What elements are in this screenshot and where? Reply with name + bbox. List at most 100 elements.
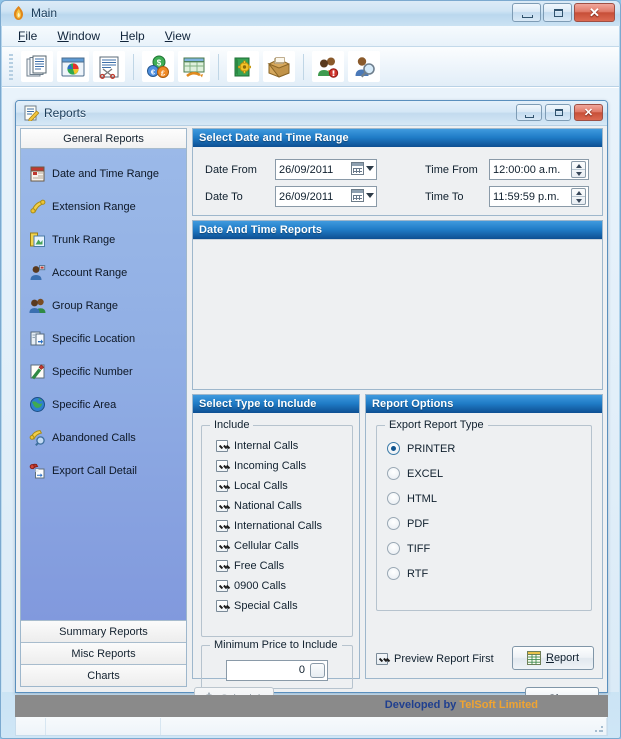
time-to-stepper[interactable]	[571, 188, 586, 205]
radio-button	[387, 567, 400, 580]
time-to-label: Time To	[425, 190, 464, 203]
minimum-price-groupbox: Minimum Price to Include 0	[201, 639, 353, 689]
sidebar-item-date-and-time-range[interactable]: Date and Time Range	[21, 157, 186, 190]
stepper-down-icon[interactable]	[572, 196, 585, 204]
user-search-button[interactable]	[348, 51, 380, 82]
maximize-button[interactable]	[543, 3, 572, 22]
radio-label: RTF	[407, 567, 429, 580]
select-type-to-include-panel: Select Type to Include Include Internal …	[192, 394, 360, 689]
checkbox-cellular-calls[interactable]: Cellular Calls	[216, 536, 322, 556]
time-to-value: 11:59:59 p.m.	[493, 190, 560, 203]
status-panels-strip	[15, 717, 608, 736]
card-file-box-button[interactable]	[263, 51, 295, 82]
time-from-stepper[interactable]	[571, 161, 586, 178]
flame-icon	[14, 6, 23, 20]
checkbox-box	[216, 560, 228, 572]
date-to-input[interactable]: 26/09/2011	[275, 186, 377, 207]
sidebar-item-trunk-range[interactable]: Trunk Range	[21, 223, 186, 256]
report-scissors-button[interactable]	[93, 51, 125, 82]
close-icon: ✕	[583, 107, 594, 119]
color-chart-window-button[interactable]	[57, 51, 89, 82]
date-and-time-reports-list[interactable]	[193, 239, 602, 389]
radio-button	[387, 467, 400, 480]
sidebar-item-extension-range[interactable]: Extension Range	[21, 190, 186, 223]
checkbox-box	[216, 520, 228, 532]
time-to-row: Time To 11:59:59 p.m.	[425, 186, 589, 207]
reports-maximize-button[interactable]	[545, 104, 571, 121]
date-from-dropdown-button[interactable]	[351, 162, 374, 175]
menu-window[interactable]: Window	[49, 27, 108, 45]
sidebar-item-specific-area[interactable]: Specific Area	[21, 388, 186, 421]
svg-text:$: $	[157, 58, 162, 67]
reports-titlebar[interactable]: Reports ✕	[16, 101, 607, 126]
radio-pdf[interactable]: PDF	[387, 511, 455, 536]
reports-minimize-button[interactable]	[516, 104, 542, 121]
checkbox-internal-calls[interactable]: Internal Calls	[216, 436, 322, 456]
report-pencil-icon	[24, 105, 39, 121]
checkbox-box	[216, 500, 228, 512]
sidebar-item-misc-reports[interactable]: Misc Reports	[21, 642, 186, 664]
developer-credit: Developed by TelSoft Limited	[385, 699, 538, 711]
sidebar-item-summary-reports[interactable]: Summary Reports	[21, 620, 186, 642]
date-from-input[interactable]: 26/09/2011	[275, 159, 377, 180]
radio-printer[interactable]: PRINTER	[387, 436, 455, 461]
color-chart-window-icon	[61, 57, 85, 76]
minimum-price-stepper[interactable]	[310, 663, 325, 678]
resize-grip[interactable]	[594, 723, 604, 733]
checkbox-box	[216, 440, 228, 452]
checkbox-incoming-calls[interactable]: Incoming Calls	[216, 456, 322, 476]
credit-prefix: Developed by	[384, 699, 457, 711]
checkbox-preview-report-first[interactable]: Preview Report First	[376, 653, 494, 665]
checkbox-local-calls[interactable]: Local Calls	[216, 476, 322, 496]
toolbar-grip[interactable]	[9, 53, 13, 80]
menu-help[interactable]: Help	[112, 27, 153, 45]
time-from-input[interactable]: 12:00:00 a.m.	[489, 159, 589, 180]
date-to-dropdown-button[interactable]	[351, 189, 374, 202]
stepper-up-icon[interactable]	[572, 162, 585, 169]
stepper-up-icon[interactable]	[572, 189, 585, 196]
checkbox-special-calls[interactable]: Special Calls	[216, 596, 322, 616]
menu-file[interactable]: File	[10, 27, 45, 45]
sidebar-item-group-range[interactable]: Group Range	[21, 289, 186, 322]
select-date-time-range-panel: Select Date and Time Range Date From 26/…	[192, 128, 603, 216]
minimum-price-input[interactable]: 0	[226, 660, 328, 681]
checkbox-label: Incoming Calls	[234, 460, 307, 472]
checkbox-international-calls[interactable]: International Calls	[216, 516, 322, 536]
sidebar-item-charts[interactable]: Charts	[21, 664, 186, 686]
sidebar-item-abandoned-calls[interactable]: Abandoned Calls	[21, 421, 186, 454]
time-to-input[interactable]: 11:59:59 p.m.	[489, 186, 589, 207]
radio-label: PDF	[407, 517, 429, 530]
checkbox-label: Free Calls	[234, 560, 285, 572]
sidebar-item-export-call-detail[interactable]: Export Call Detail	[21, 454, 186, 487]
close-icon: ✕	[589, 5, 600, 20]
minimize-icon	[522, 15, 533, 18]
sidebar-item-account-range[interactable]: Account Range	[21, 256, 186, 289]
sidebar-item-specific-number[interactable]: Specific Number	[21, 355, 186, 388]
close-button[interactable]: ✕	[574, 3, 615, 22]
main-window-titlebar[interactable]: Main ✕	[1, 1, 620, 26]
menu-view[interactable]: View	[157, 27, 199, 45]
stepper-down-icon[interactable]	[572, 169, 585, 177]
radio-tiff[interactable]: TIFF	[387, 536, 455, 561]
checkbox-0900-calls[interactable]: 0900 Calls	[216, 576, 322, 596]
sidebar-item-label: Specific Location	[52, 332, 136, 345]
minimize-button[interactable]	[512, 3, 541, 22]
reports-pages-button[interactable]	[21, 51, 53, 82]
sidebar-item-specific-location[interactable]: Specific Location	[21, 322, 186, 355]
settings-book-gear-button[interactable]	[227, 51, 259, 82]
checkbox-box	[216, 540, 228, 552]
checkbox-free-calls[interactable]: Free Calls	[216, 556, 322, 576]
export-report-type-title: Export Report Type	[385, 419, 488, 431]
currency-coins-button[interactable]: $ € £	[142, 51, 174, 82]
radio-rtf[interactable]: RTF	[387, 561, 455, 586]
date-from-label: Date From	[205, 163, 257, 176]
radio-excel[interactable]: EXCEL	[387, 461, 455, 486]
sidebar-header-general-reports[interactable]: General Reports	[21, 129, 186, 149]
users-group-button[interactable]	[312, 51, 344, 82]
money-exchange-table-button[interactable]	[178, 51, 210, 82]
reports-close-button[interactable]: ✕	[574, 104, 603, 121]
sidebar-item-label: Trunk Range	[52, 233, 116, 246]
checkbox-national-calls[interactable]: National Calls	[216, 496, 322, 516]
radio-html[interactable]: HTML	[387, 486, 455, 511]
report-button[interactable]: Report	[512, 646, 594, 670]
